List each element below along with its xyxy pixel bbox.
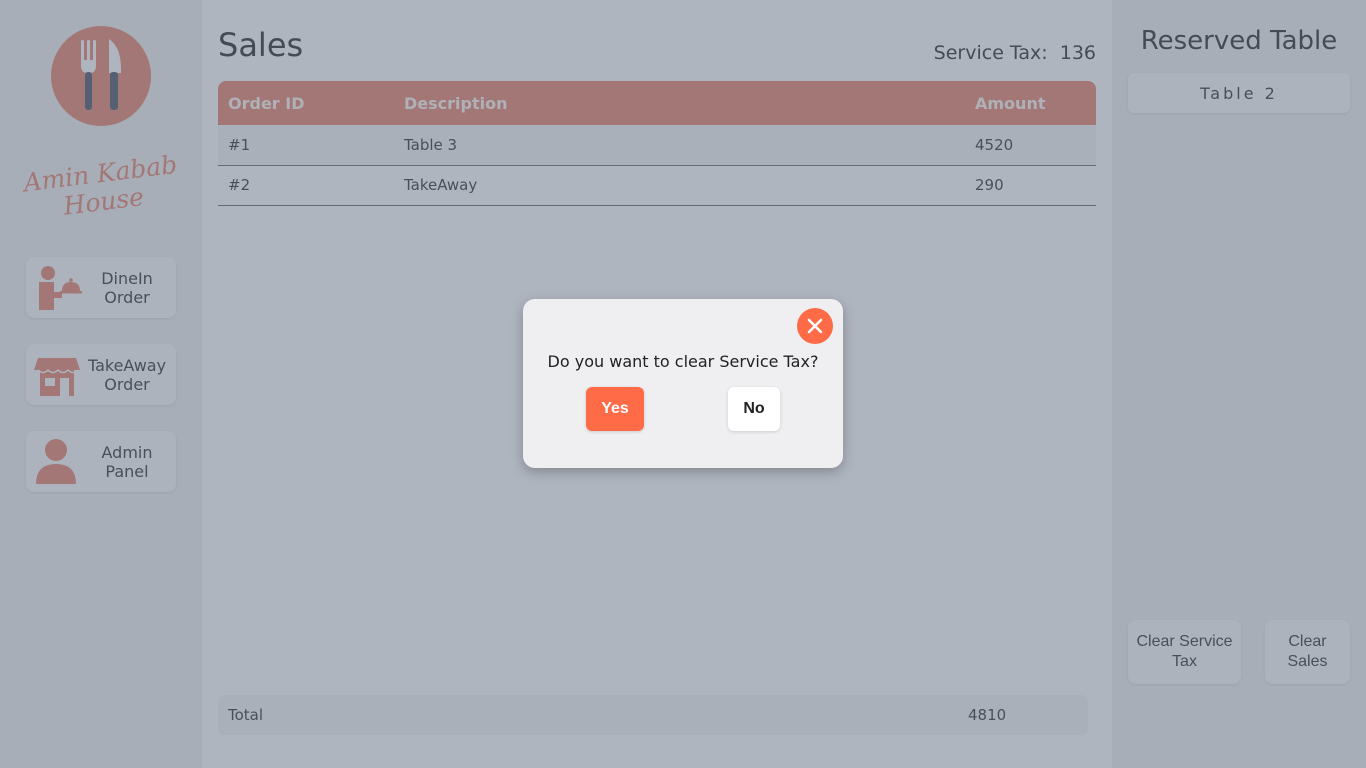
confirm-dialog: Do you want to clear Service Tax? Yes No — [523, 299, 843, 468]
yes-button[interactable]: Yes — [586, 387, 644, 431]
no-button[interactable]: No — [728, 387, 780, 431]
close-icon — [807, 318, 823, 334]
close-button[interactable] — [797, 308, 833, 344]
dialog-message: Do you want to clear Service Tax? — [547, 352, 819, 371]
modal-backdrop[interactable]: Do you want to clear Service Tax? Yes No — [0, 0, 1366, 768]
